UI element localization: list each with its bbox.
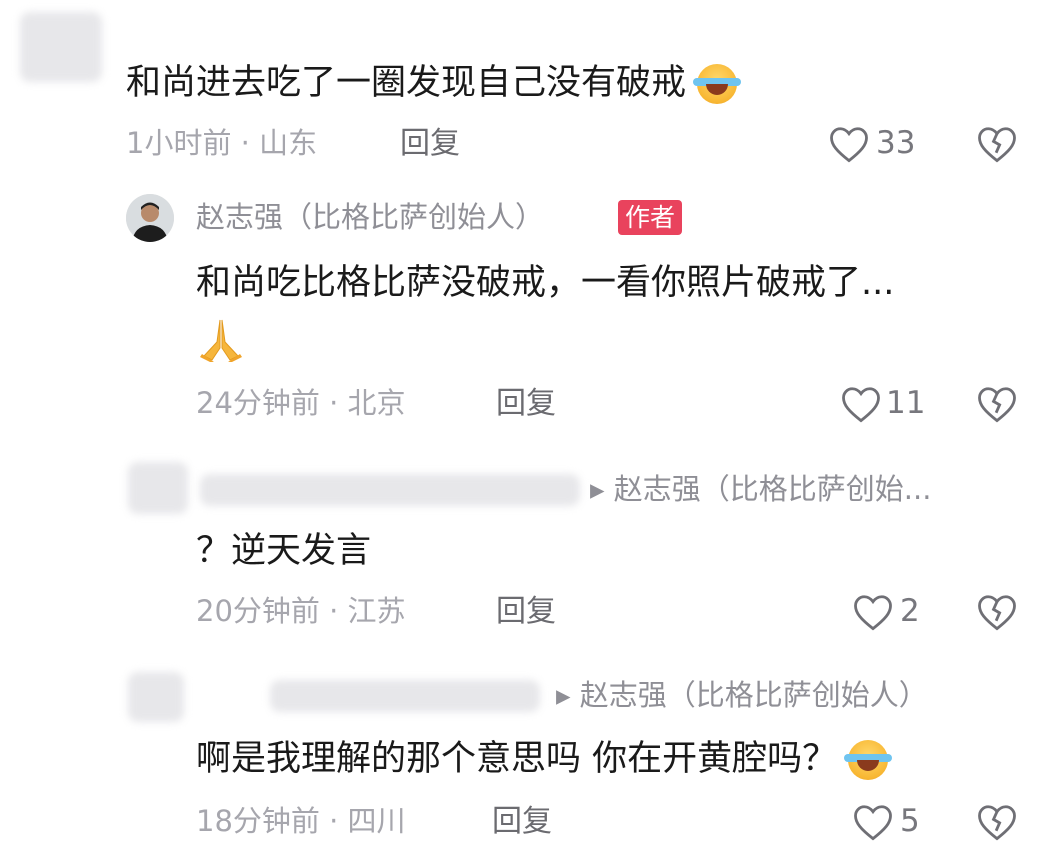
dislike-icon[interactable] [976,802,1018,842]
like-button[interactable]: 33 [828,124,915,164]
reply-button[interactable]: 回复 [496,386,556,422]
comment-text: ？逆天发言 [196,531,372,571]
avatar-blurred[interactable] [128,462,188,514]
like-count: 2 [900,593,920,630]
comment-meta: 20分钟前 · 江苏 [196,594,406,628]
comment-text: 和尚进去吃了一圈发现自己没有破戒 [126,62,742,104]
avatar-blurred[interactable] [20,12,102,82]
username-blurred[interactable] [270,680,540,712]
comment-meta: 24分钟前 · 北京 [196,386,406,420]
laugh-cry-emoji [844,740,893,780]
dislike-icon[interactable] [976,124,1018,164]
heart-icon [842,387,880,423]
reply-to-target[interactable]: ▸ 赵志强（比格比萨创始人） [556,678,928,713]
author-badge: 作者 [618,200,683,236]
dislike-icon[interactable] [976,592,1018,632]
reply-button[interactable]: 回复 [492,804,552,840]
comment-meta: 18分钟前 · 四川 [196,804,406,838]
avatar-blurred[interactable] [128,672,184,722]
reply-button[interactable]: 回复 [400,126,460,162]
like-button[interactable]: 2 [852,592,920,632]
reply-button[interactable]: 回复 [496,594,556,630]
reply-to-target[interactable]: ▸ 赵志强（比格比萨创始... [590,472,931,507]
folded-hands-emoji [200,319,242,362]
laugh-cry-emoji [693,64,742,104]
like-count: 33 [876,125,916,162]
heart-icon [854,805,892,841]
heart-icon [854,595,892,631]
heart-icon [830,127,868,163]
comment-text: 和尚吃比格比萨没破戒，一看你照片破戒了... [196,263,895,303]
username-blurred[interactable] [200,474,580,506]
like-count: 11 [886,385,926,422]
like-button[interactable]: 5 [852,802,920,842]
avatar[interactable] [126,194,174,242]
like-count: 5 [900,803,920,840]
dislike-icon[interactable] [976,384,1018,424]
comment-meta: 1小时前 · 山东 [126,126,318,160]
username[interactable]: 赵志强（比格比萨创始人） [196,200,544,235]
like-button[interactable]: 11 [840,384,925,424]
comment-text: 啊是我理解的那个意思吗 你在开黄腔吗？ [196,738,893,780]
